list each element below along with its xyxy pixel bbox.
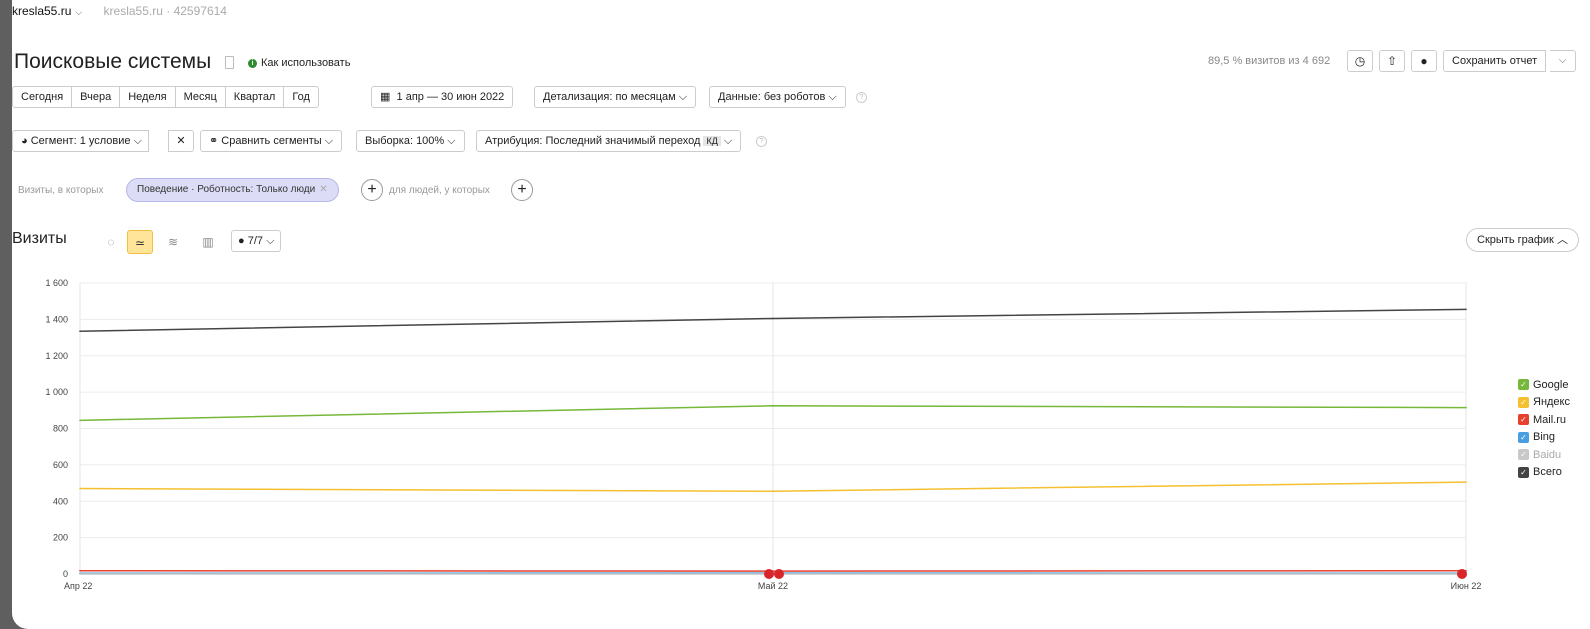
data-point [79,569,81,572]
y-tick-label: 200 [53,533,68,543]
x-tick-label: Май 22 [758,581,788,591]
checkbox-icon[interactable]: ✓ [1518,449,1529,461]
legend-item[interactable]: ✓ Яндекс [1518,394,1570,412]
checkbox-icon[interactable]: ✓ [1518,379,1529,391]
legend-item[interactable]: ✓ Google [1518,376,1570,394]
legend-label: Mail.ru [1533,413,1567,426]
y-tick-label: 1 600 [45,278,68,288]
checkbox-icon[interactable]: ✓ [1518,414,1529,426]
y-tick-label: 600 [53,460,68,470]
checkbox-icon[interactable]: ✓ [1518,396,1529,408]
data-point [1465,406,1467,409]
legend-label: Baidu [1533,448,1562,461]
legend-label: Всего [1533,466,1562,479]
checkbox-icon[interactable]: ✓ [1518,466,1529,478]
data-point [1465,481,1467,483]
y-tick-label: 800 [53,424,68,434]
y-tick-label: 1 200 [45,351,68,361]
legend-item[interactable]: ✓ Baidu [1518,446,1570,464]
y-tick-label: 400 [53,496,68,506]
data-point [79,573,81,575]
visits-line-chart: 0 200 400 600 800 1 000 1 200 1 400 1 600 Апр 22 М… [45,278,1482,591]
legend-item[interactable]: ✓ Всего [1518,464,1570,482]
chart-legend: ✓ Google ✓ Яндекс ✓ Mail.ru ✓ Bing ✓ Baidu ✓ Всего [1518,376,1570,481]
y-tick-label: 1 000 [45,387,68,397]
y-tick-label: 1 400 [45,314,68,324]
annotation-marker [774,569,784,579]
data-point [79,330,81,332]
data-point [1465,308,1467,311]
x-tick-label: Апр 22 [64,581,92,591]
annotation-marker [1457,569,1467,579]
legend-item[interactable]: ✓ Mail.ru [1518,411,1570,429]
y-tick-label: 0 [63,569,68,579]
data-point [79,487,81,490]
data-point [772,404,774,407]
data-point [772,490,774,493]
checkbox-icon[interactable]: ✓ [1518,431,1529,443]
legend-item[interactable]: ✓ Bing [1518,429,1570,447]
legend-label: Google [1533,378,1569,391]
data-point [79,419,81,422]
x-tick-label: Июн 22 [1451,581,1482,591]
legend-label: Bing [1533,431,1556,444]
data-point [772,317,774,320]
annotation-marker [764,569,774,579]
legend-label: Яндекс [1533,396,1570,409]
